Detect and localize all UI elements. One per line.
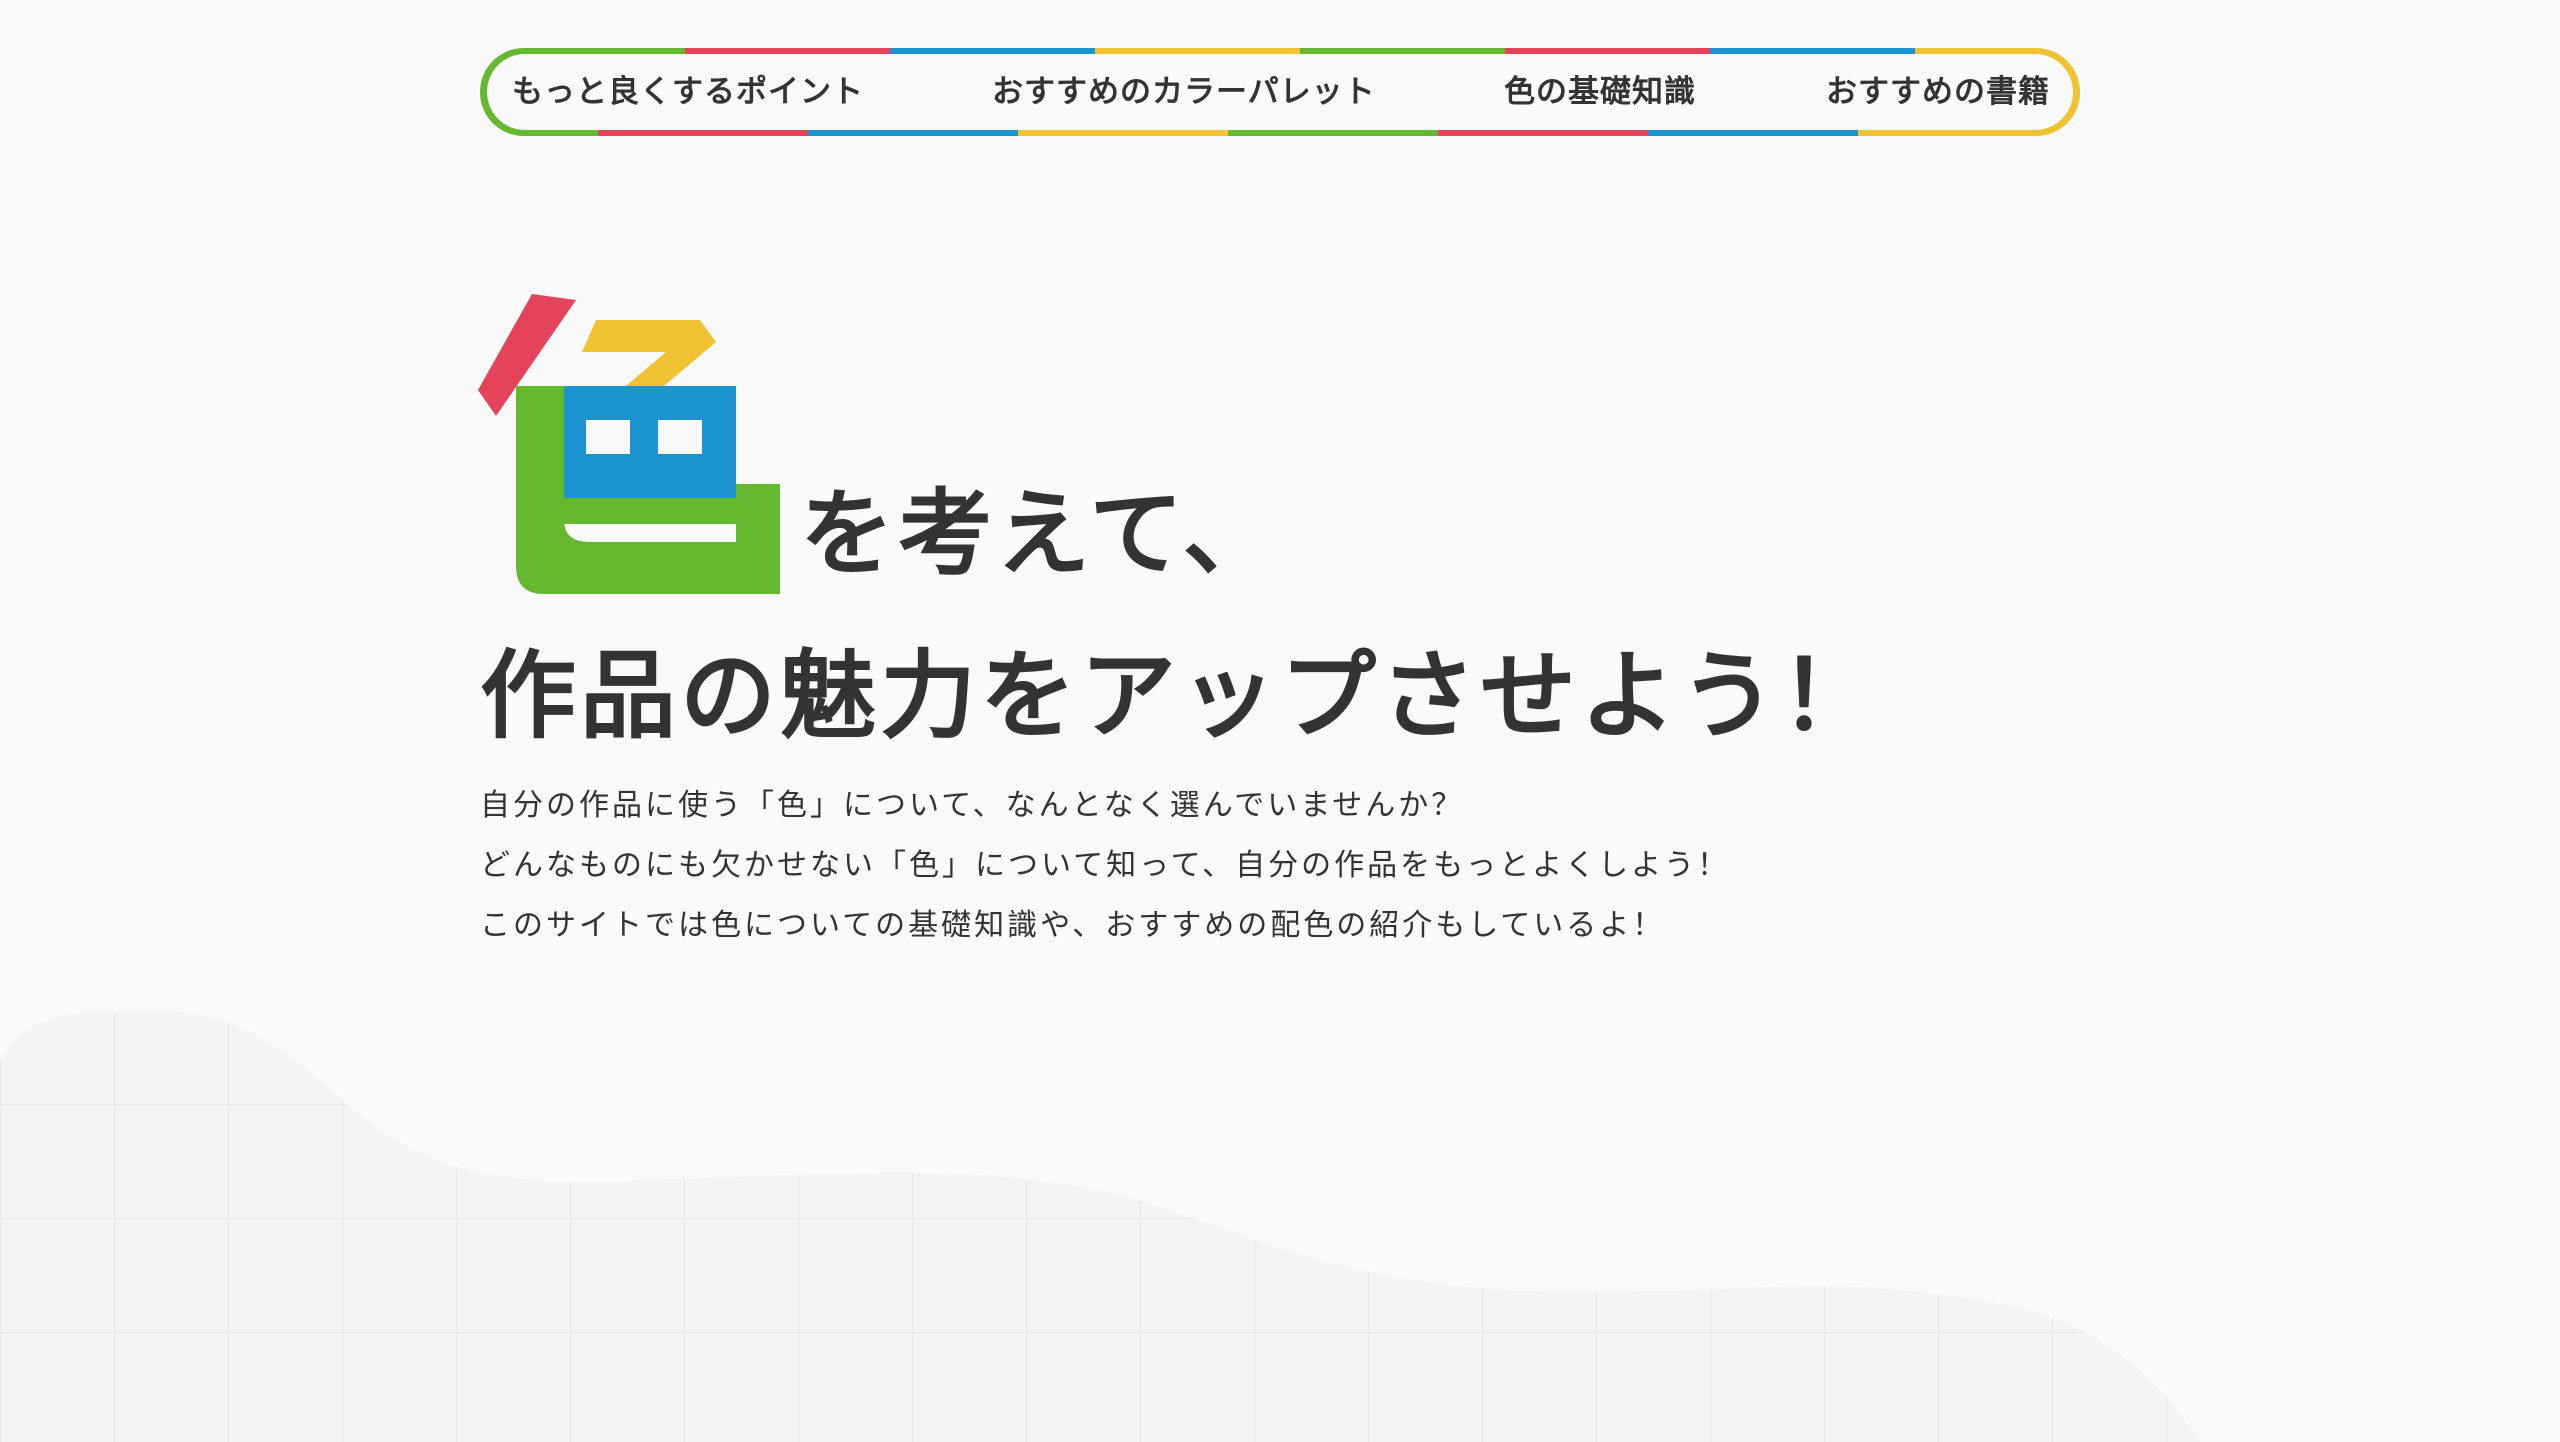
nav-item-color-basics[interactable]: 色の基礎知識: [1504, 48, 1696, 136]
intro-line: このサイトでは色についての基礎知識や、おすすめの配色の紹介もしているよ！: [480, 908, 1666, 943]
intro-text: 自分の作品に使う「色」について、なんとなく選んでいませんか？ どんなものにも欠か…: [480, 776, 1880, 956]
hero-heading-line1: を考えて、: [800, 480, 1281, 589]
nav-items: もっと良くするポイント おすすめのカラーパレット 色の基礎知識 おすすめの書籍: [480, 48, 2080, 136]
hero-color-character-logo: [478, 294, 780, 594]
nav-item-improvement-points[interactable]: もっと良くするポイント: [512, 48, 864, 136]
nav-item-recommended-palettes[interactable]: おすすめのカラーパレット: [992, 48, 1376, 136]
intro-line: 自分の作品に使う「色」について、なんとなく選んでいませんか？: [480, 788, 1465, 823]
intro-line: どんなものにも欠かせない「色」について知って、自分の作品をもっとよくしよう！: [480, 848, 1731, 883]
global-nav: もっと良くするポイント おすすめのカラーパレット 色の基礎知識 おすすめの書籍: [480, 48, 2080, 136]
decorative-grid-wave: [0, 1011, 2200, 1442]
hero-heading-line2: 作品の魅力をアップさせよう！: [480, 640, 1880, 752]
nav-item-recommended-books[interactable]: おすすめの書籍: [1826, 48, 2050, 136]
